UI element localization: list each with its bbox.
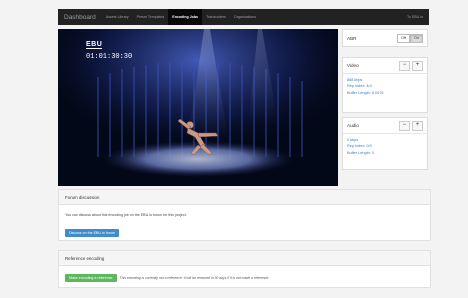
audio-buffer-length: Buffer Length: 0 <box>347 150 374 155</box>
reference-encoding-panel: Reference encoding Make encoding a refer… <box>58 250 431 288</box>
reference-encoding-title: Reference encoding <box>59 251 430 266</box>
abr-panel: ABR Off On <box>342 29 428 47</box>
abr-off-button[interactable]: Off <box>396 33 410 43</box>
video-stats-header: Video − + <box>343 58 427 74</box>
user-menu[interactable]: To EBU.io <box>407 15 429 19</box>
nav-item-organizations[interactable]: Organizations <box>230 9 260 25</box>
forum-discussion-panel: Forum discussion You can discuss about t… <box>58 189 431 241</box>
make-reference-button[interactable]: Make encoding a reference <box>65 274 117 282</box>
video-stats-label: Video <box>347 63 359 68</box>
video-player[interactable]: EBU 01:01:30:30 <box>58 29 338 186</box>
abr-label: ABR <box>347 35 357 41</box>
audio-stats-header: Audio − + <box>343 118 427 134</box>
abr-on-button[interactable]: On <box>409 33 423 43</box>
nav-item-encoding-jobs[interactable]: Encoding Jobs <box>168 9 203 25</box>
abr-toggle[interactable]: Off On <box>396 33 423 43</box>
video-quality-up-button[interactable]: + <box>412 60 423 71</box>
forum-discussion-title: Forum discussion <box>59 190 430 205</box>
nav-item-assets-library[interactable]: Assets Library <box>102 9 133 25</box>
audio-quality-up-button[interactable]: + <box>412 120 423 131</box>
video-stats-panel: Video − + 888 kbps Rep Index: 4/4 Buffer… <box>342 57 428 113</box>
nav-item-preset-templates[interactable]: Preset Templates <box>133 9 169 25</box>
brand-link[interactable]: Dashboard <box>58 14 102 21</box>
video-quality-down-button[interactable]: − <box>399 60 410 71</box>
audio-stats-label: Audio <box>347 123 359 128</box>
audio-stats-panel: Audio − + 0 kbps Rep Index: 0/0 Buffer L… <box>342 117 428 170</box>
reference-status-note: This encoding is currently not a referen… <box>119 276 270 280</box>
forum-discussion-description: You can discuss about this encoding job … <box>65 213 187 217</box>
nav-item-transcoders[interactable]: Transcoders <box>202 9 230 25</box>
ebu-logo: EBU <box>86 41 103 49</box>
discuss-forum-button[interactable]: Discuss on the EBU.io forum <box>65 229 119 237</box>
top-navbar: Dashboard Assets Library Preset Template… <box>58 9 429 25</box>
video-buffer-length: Buffer Length: 8.0476 <box>347 90 384 95</box>
timecode-display: 01:01:30:30 <box>86 53 133 61</box>
audio-quality-down-button[interactable]: − <box>399 120 410 131</box>
